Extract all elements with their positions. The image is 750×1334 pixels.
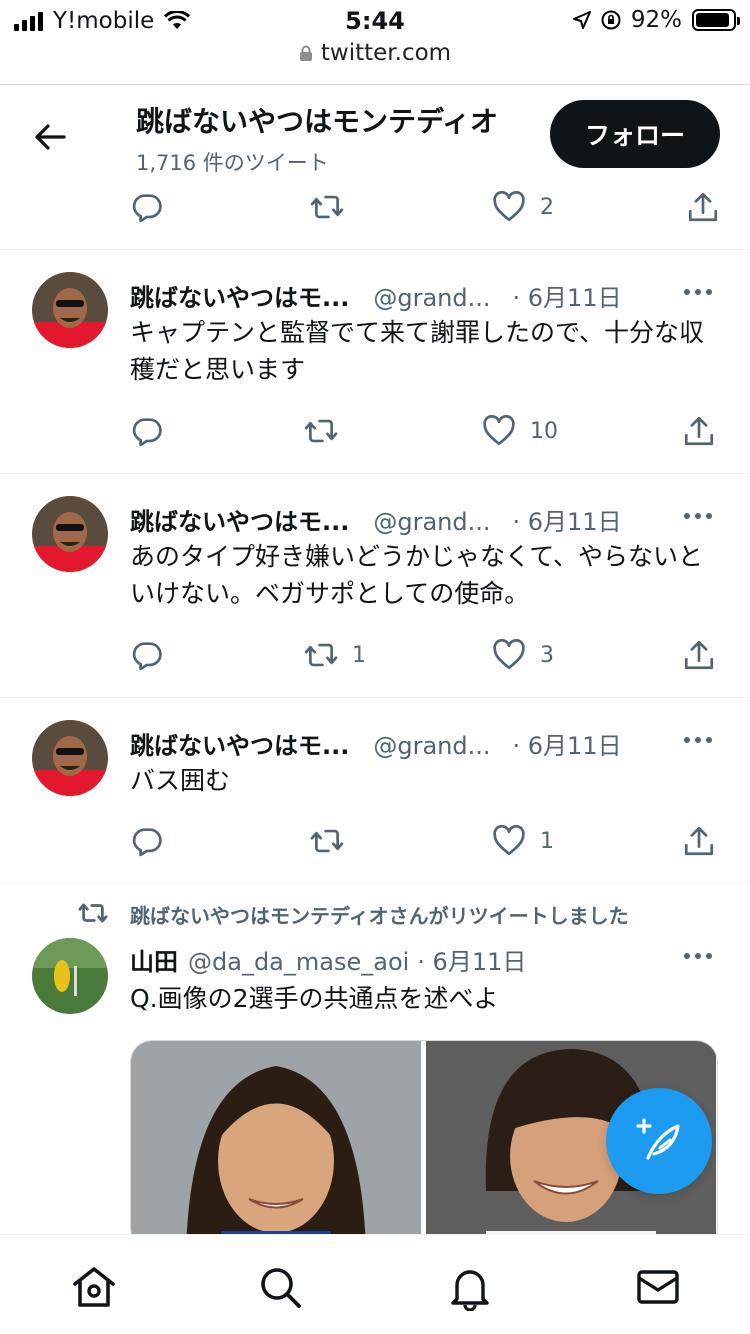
profile-header: 跳ばないやつはモンテディオ 1,716 件のツイート フォロー (0, 85, 750, 185)
reply-button[interactable] (130, 190, 178, 224)
like-count: 3 (540, 642, 554, 668)
location-icon (572, 11, 591, 29)
more-icon[interactable] (684, 951, 718, 961)
tweet-actions: 10 (130, 414, 720, 454)
url-text: twitter.com (320, 40, 452, 66)
reply-button[interactable] (130, 824, 178, 858)
share-icon (684, 416, 714, 446)
heart-icon (493, 824, 525, 856)
bell-icon[interactable] (446, 1263, 494, 1311)
battery-percent: 92% (630, 7, 682, 33)
like-count: 1 (540, 828, 554, 854)
more-icon[interactable] (684, 511, 718, 521)
orientation-lock-icon (601, 10, 621, 30)
avatar[interactable] (32, 496, 108, 572)
author-name[interactable]: 跳ばないやつはモ... (130, 508, 349, 536)
follow-button[interactable]: フォロー (550, 100, 720, 168)
reply-button[interactable] (130, 414, 178, 448)
author-handle[interactable]: @da_da_mase_aoi (188, 948, 409, 976)
retweet-icon (310, 195, 344, 219)
tweet-text: あのタイプ好き嫌いどうかじゃなくて、やらないといけない。ベガサポとしての使命。 (130, 542, 704, 608)
share-button[interactable] (682, 638, 716, 672)
heart-icon (483, 414, 515, 446)
tweet-actions: 2 (130, 190, 720, 230)
reply-icon (132, 194, 162, 223)
tweet-header: 跳ばないやつはモ... @grand... · 6月11日 (130, 278, 622, 313)
share-icon (684, 826, 714, 856)
author-name[interactable]: 跳ばないやつはモ... (130, 732, 349, 760)
tweet-date[interactable]: · 6月11日 (513, 508, 622, 536)
like-count: 10 (530, 418, 558, 444)
retweet-button[interactable] (310, 190, 358, 224)
battery-icon (692, 9, 740, 31)
tweet-text: バス囲む (130, 766, 231, 795)
media-photo[interactable] (131, 1041, 422, 1249)
heart-icon (493, 190, 525, 222)
share-button[interactable] (682, 414, 716, 448)
like-button[interactable]: 1 (492, 824, 554, 858)
tweet-actions: 1 3 (130, 638, 720, 678)
retweet-icon (304, 643, 338, 667)
avatar[interactable] (32, 720, 108, 796)
compose-tweet-button[interactable] (606, 1088, 712, 1194)
author-handle[interactable]: @grand... (373, 732, 490, 760)
search-icon[interactable] (256, 1263, 304, 1311)
reply-icon (132, 418, 162, 447)
retweet-button[interactable] (310, 824, 358, 858)
reply-icon (132, 642, 162, 671)
tweet-count: 1,716 件のツイート (136, 151, 329, 175)
retweet-icon (304, 419, 338, 443)
retweet-count: 1 (352, 642, 366, 668)
like-count: 2 (540, 194, 554, 220)
mail-icon[interactable] (634, 1263, 682, 1311)
share-button[interactable] (686, 190, 720, 224)
bottom-tab-bar (0, 1234, 750, 1334)
tweet-text: キャプテンと監督でて来て謝罪したので、十分な収穫だと思います (130, 318, 705, 384)
author-handle[interactable]: @grand... (373, 508, 490, 536)
home-icon[interactable] (70, 1263, 118, 1311)
retweet-button[interactable] (304, 414, 352, 448)
share-icon (684, 640, 714, 670)
compose-tweet-icon (636, 1118, 680, 1160)
heart-icon (493, 638, 525, 670)
author-handle[interactable]: @grand... (373, 284, 490, 312)
share-icon (688, 192, 718, 222)
author-name[interactable]: 山田 (130, 948, 178, 976)
more-icon[interactable] (684, 735, 718, 745)
status-bar: Y!mobile 5:44 92% (0, 0, 750, 42)
tweet-header: 山田 @da_da_mase_aoi · 6月11日 (130, 942, 526, 977)
tweet-header: 跳ばないやつはモ... @grand... · 6月11日 (130, 502, 622, 537)
retweet-icon (310, 829, 344, 853)
status-right: 92% (572, 7, 740, 33)
avatar[interactable] (32, 272, 108, 348)
share-button[interactable] (682, 824, 716, 858)
arrow-left-icon[interactable] (30, 117, 70, 157)
tweet-header: 跳ばないやつはモ... @grand... · 6月11日 (130, 726, 622, 761)
reply-button[interactable] (130, 638, 178, 672)
more-icon[interactable] (684, 287, 718, 297)
avatar[interactable] (32, 938, 108, 1014)
url-bar[interactable]: twitter.com (0, 40, 750, 84)
reply-icon (132, 828, 162, 857)
retweet-button[interactable]: 1 (304, 638, 366, 672)
like-button[interactable]: 2 (492, 190, 554, 224)
tweet-date[interactable]: · 6月11日 (417, 948, 526, 976)
tweet-date[interactable]: · 6月11日 (513, 732, 622, 760)
like-button[interactable]: 3 (492, 638, 554, 672)
author-name[interactable]: 跳ばないやつはモ... (130, 284, 349, 312)
tweet-date[interactable]: · 6月11日 (513, 284, 622, 312)
lock-icon (299, 45, 312, 61)
profile-name: 跳ばないやつはモンテディオ (136, 105, 499, 138)
tweet-actions: 1 (130, 824, 720, 864)
like-button[interactable]: 10 (482, 414, 558, 448)
tweet-text: Q.画像の2選手の共通点を述べよ (130, 984, 499, 1013)
